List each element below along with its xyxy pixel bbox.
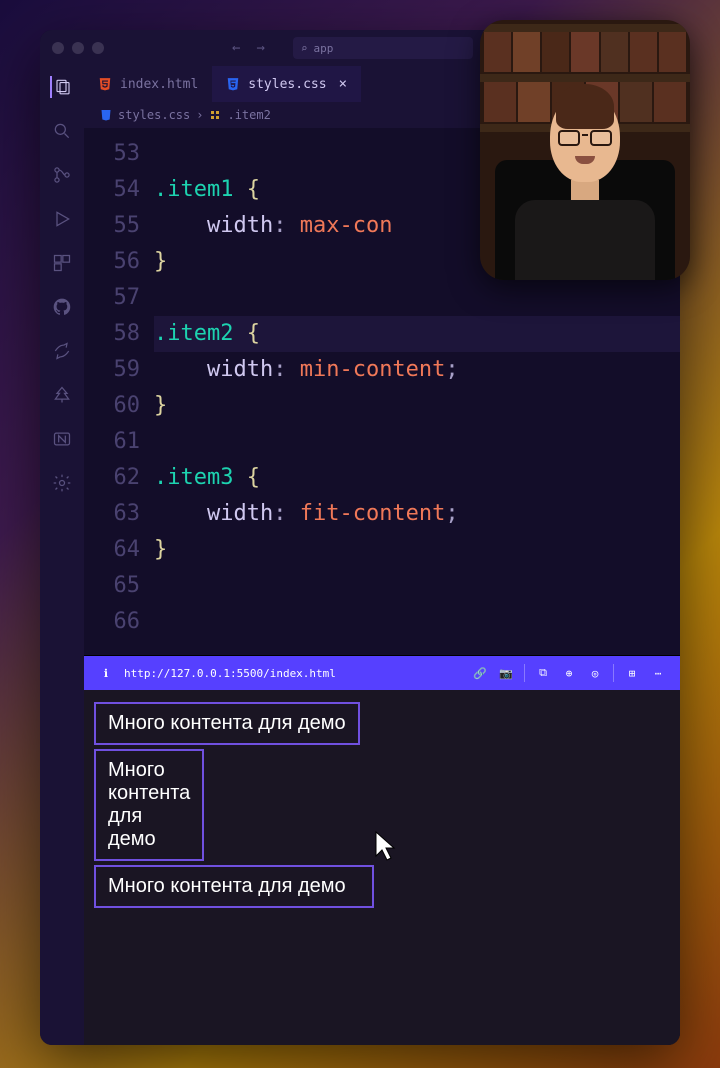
nav-back-icon[interactable]: ← <box>232 40 240 56</box>
run-debug-icon[interactable] <box>51 208 73 230</box>
breadcrumb-symbol: .item2 <box>227 108 270 122</box>
presenter <box>495 62 675 280</box>
extensions-icon[interactable] <box>51 252 73 274</box>
n-badge-icon[interactable] <box>51 428 73 450</box>
chevron-right-icon: › <box>196 108 203 122</box>
share-icon[interactable] <box>51 340 73 362</box>
browser-preview-panel: ℹ http://127.0.0.1:5500/index.html 🔗 📷 ⧉… <box>84 655 680 1045</box>
demo-item-2: Много контента для демо <box>94 749 204 861</box>
webcam-overlay <box>480 20 690 280</box>
tab-label: styles.css <box>248 77 326 92</box>
close-tab-icon[interactable]: × <box>339 76 347 92</box>
demo-item-3: Много контента для демо <box>94 865 374 908</box>
preview-toolbar: ℹ http://127.0.0.1:5500/index.html 🔗 📷 ⧉… <box>84 656 680 690</box>
breadcrumb-file: styles.css <box>118 108 190 122</box>
command-search[interactable]: ⌕ app <box>293 37 473 59</box>
settings-gear-icon[interactable] <box>51 472 73 494</box>
demo-item-1: Много контента для демо <box>94 702 360 745</box>
preview-url[interactable]: http://127.0.0.1:5500/index.html <box>124 667 336 680</box>
more-icon[interactable]: ⋯ <box>650 665 666 681</box>
css3-icon <box>100 109 112 121</box>
globe-icon[interactable]: ⊕ <box>561 665 577 681</box>
camera-icon[interactable]: 📷 <box>498 665 514 681</box>
tab-index-html[interactable]: index.html <box>84 66 212 102</box>
cursor-icon <box>374 830 402 870</box>
symbol-icon <box>209 109 221 121</box>
target-icon[interactable]: ◎ <box>587 665 603 681</box>
preview-viewport[interactable]: Много контента для демо Много контента д… <box>84 690 680 1045</box>
search-sidebar-icon[interactable] <box>51 120 73 142</box>
line-gutter: 5354555657585960616263646566 <box>84 128 154 655</box>
tree-icon[interactable] <box>51 384 73 406</box>
search-icon: ⌕ <box>301 42 308 55</box>
activity-bar <box>40 66 84 1045</box>
nav-arrows: ← → <box>232 40 265 56</box>
close-window-icon[interactable] <box>52 42 64 54</box>
css3-icon <box>226 77 240 91</box>
html5-icon <box>98 77 112 91</box>
tab-label: index.html <box>120 77 198 92</box>
explorer-icon[interactable] <box>50 76 72 98</box>
nav-forward-icon[interactable]: → <box>256 40 264 56</box>
maximize-window-icon[interactable] <box>92 42 104 54</box>
search-placeholder: app <box>314 42 334 55</box>
window-controls <box>52 42 104 54</box>
open-external-icon[interactable]: ⧉ <box>535 665 551 681</box>
info-icon[interactable]: ℹ <box>98 665 114 681</box>
extension-puzzle-icon[interactable]: ⊞ <box>624 665 640 681</box>
source-control-icon[interactable] <box>51 164 73 186</box>
link-icon[interactable]: 🔗 <box>472 665 488 681</box>
github-icon[interactable] <box>51 296 73 318</box>
minimize-window-icon[interactable] <box>72 42 84 54</box>
tab-styles-css[interactable]: styles.css × <box>212 66 361 102</box>
